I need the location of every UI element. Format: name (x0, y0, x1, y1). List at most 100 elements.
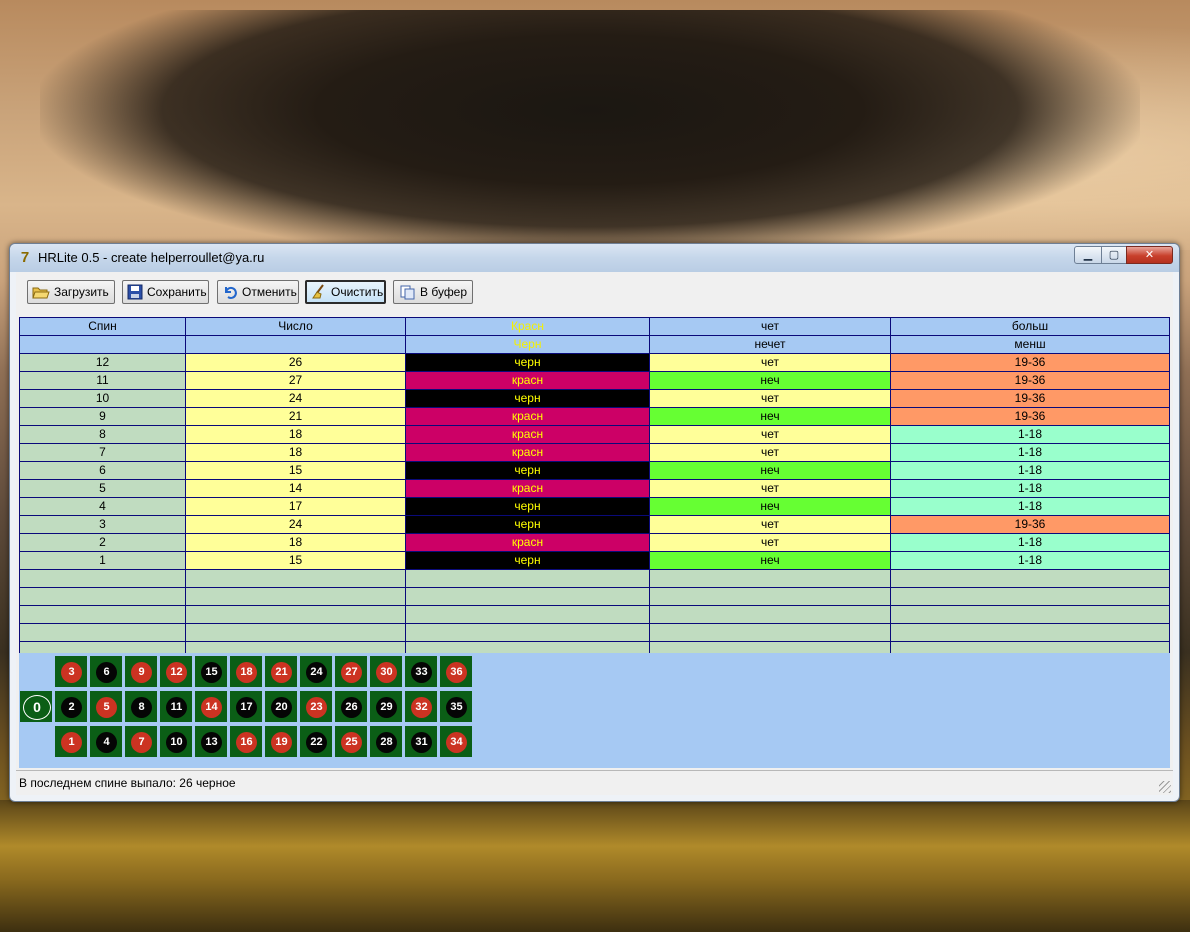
board-number-cell[interactable]: 32 (404, 690, 438, 723)
range-cell[interactable]: 19-36 (890, 371, 1170, 390)
parity-cell[interactable]: чет (649, 353, 891, 372)
empty-cell[interactable] (19, 605, 186, 624)
undo-button[interactable]: Отменить (217, 280, 299, 304)
zero-cell[interactable]: 0 (19, 690, 53, 723)
empty-cell[interactable] (185, 569, 406, 588)
spin-cell[interactable]: 10 (19, 389, 186, 408)
resize-grip-icon[interactable] (1159, 781, 1171, 793)
empty-cell[interactable] (405, 587, 650, 606)
number-cell[interactable]: 14 (185, 479, 406, 498)
color-cell[interactable]: черн (405, 515, 650, 534)
board-number-cell[interactable]: 12 (159, 655, 193, 688)
header-spin[interactable]: Спин (19, 317, 186, 336)
color-cell[interactable]: красн (405, 479, 650, 498)
board-number-cell[interactable]: 30 (369, 655, 403, 688)
header-spin-sub[interactable] (19, 335, 186, 354)
color-cell[interactable]: черн (405, 389, 650, 408)
number-cell[interactable]: 15 (185, 461, 406, 480)
color-cell[interactable]: черн (405, 353, 650, 372)
board-number-cell[interactable]: 22 (299, 725, 333, 758)
parity-cell[interactable]: чет (649, 533, 891, 552)
spin-cell[interactable]: 12 (19, 353, 186, 372)
board-number-cell[interactable]: 27 (334, 655, 368, 688)
board-number-cell[interactable]: 9 (124, 655, 158, 688)
empty-cell[interactable] (890, 623, 1170, 642)
range-cell[interactable]: 19-36 (890, 389, 1170, 408)
number-cell[interactable]: 15 (185, 551, 406, 570)
maximize-button[interactable]: ▢ (1101, 246, 1127, 264)
range-cell[interactable]: 19-36 (890, 353, 1170, 372)
spin-cell[interactable]: 6 (19, 461, 186, 480)
board-number-cell[interactable]: 2 (54, 690, 88, 723)
empty-cell[interactable] (19, 569, 186, 588)
range-cell[interactable]: 19-36 (890, 407, 1170, 426)
empty-cell[interactable] (649, 569, 891, 588)
empty-cell[interactable] (890, 605, 1170, 624)
range-cell[interactable]: 1-18 (890, 497, 1170, 516)
board-number-cell[interactable]: 36 (439, 655, 473, 688)
parity-cell[interactable]: неч (649, 371, 891, 390)
board-number-cell[interactable]: 1 (54, 725, 88, 758)
spin-cell[interactable]: 4 (19, 497, 186, 516)
board-number-cell[interactable]: 8 (124, 690, 158, 723)
board-number-cell[interactable]: 34 (439, 725, 473, 758)
parity-cell[interactable]: неч (649, 407, 891, 426)
board-number-cell[interactable]: 7 (124, 725, 158, 758)
board-number-cell[interactable]: 16 (229, 725, 263, 758)
board-number-cell[interactable]: 6 (89, 655, 123, 688)
title-bar[interactable]: 7 HRLite 0.5 - create helperroullet@ya.r… (10, 244, 1179, 272)
empty-cell[interactable] (19, 587, 186, 606)
parity-cell[interactable]: неч (649, 551, 891, 570)
color-cell[interactable]: черн (405, 461, 650, 480)
number-cell[interactable]: 21 (185, 407, 406, 426)
range-cell[interactable]: 1-18 (890, 461, 1170, 480)
board-number-cell[interactable]: 23 (299, 690, 333, 723)
parity-cell[interactable]: чет (649, 515, 891, 534)
parity-cell[interactable]: чет (649, 479, 891, 498)
board-number-cell[interactable]: 11 (159, 690, 193, 723)
range-cell[interactable]: 1-18 (890, 479, 1170, 498)
board-number-cell[interactable]: 19 (264, 725, 298, 758)
empty-cell[interactable] (649, 587, 891, 606)
empty-cell[interactable] (185, 587, 406, 606)
spin-cell[interactable]: 3 (19, 515, 186, 534)
save-button[interactable]: Сохранить (122, 280, 209, 304)
header-red[interactable]: Красн (405, 317, 650, 336)
header-number[interactable]: Число (185, 317, 406, 336)
parity-cell[interactable]: чет (649, 389, 891, 408)
number-cell[interactable]: 17 (185, 497, 406, 516)
color-cell[interactable]: красн (405, 425, 650, 444)
empty-cell[interactable] (185, 623, 406, 642)
spin-cell[interactable]: 9 (19, 407, 186, 426)
board-number-cell[interactable]: 26 (334, 690, 368, 723)
board-number-cell[interactable]: 13 (194, 725, 228, 758)
close-button[interactable]: ✕ (1126, 246, 1173, 264)
parity-cell[interactable]: неч (649, 497, 891, 516)
board-number-cell[interactable]: 3 (54, 655, 88, 688)
spin-cell[interactable]: 2 (19, 533, 186, 552)
range-cell[interactable]: 1-18 (890, 425, 1170, 444)
spin-cell[interactable]: 5 (19, 479, 186, 498)
copy-to-clipboard-button[interactable]: В буфер (393, 280, 473, 304)
board-number-cell[interactable]: 25 (334, 725, 368, 758)
empty-cell[interactable] (405, 623, 650, 642)
number-cell[interactable]: 24 (185, 389, 406, 408)
empty-cell[interactable] (890, 569, 1170, 588)
header-high[interactable]: больш (890, 317, 1170, 336)
color-cell[interactable]: красн (405, 407, 650, 426)
parity-cell[interactable]: чет (649, 443, 891, 462)
empty-cell[interactable] (890, 587, 1170, 606)
board-number-cell[interactable]: 17 (229, 690, 263, 723)
board-number-cell[interactable]: 29 (369, 690, 403, 723)
range-cell[interactable]: 1-18 (890, 533, 1170, 552)
empty-cell[interactable] (405, 605, 650, 624)
board-number-cell[interactable]: 28 (369, 725, 403, 758)
number-cell[interactable]: 18 (185, 533, 406, 552)
color-cell[interactable]: черн (405, 497, 650, 516)
number-cell[interactable]: 24 (185, 515, 406, 534)
header-black[interactable]: Черн (405, 335, 650, 354)
board-number-cell[interactable]: 18 (229, 655, 263, 688)
minimize-button[interactable]: ▁ (1074, 246, 1102, 264)
board-number-cell[interactable]: 33 (404, 655, 438, 688)
header-even[interactable]: чет (649, 317, 891, 336)
